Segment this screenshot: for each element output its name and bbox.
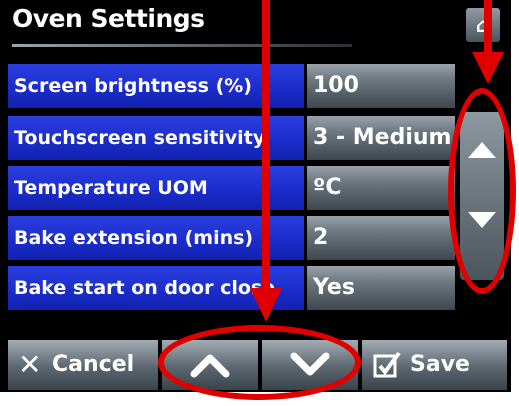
triangle-down-icon[interactable] bbox=[468, 212, 496, 228]
home-button[interactable]: ⌂ bbox=[466, 8, 500, 42]
cancel-label: Cancel bbox=[52, 352, 135, 377]
annotation-arrow-head-bottom bbox=[250, 288, 282, 322]
annotation-arrow-shaft-bottom bbox=[262, 0, 270, 290]
save-label: Save bbox=[410, 352, 470, 377]
chevron-down-icon bbox=[290, 352, 330, 376]
setting-value-bake-start-door-close[interactable]: Yes bbox=[307, 266, 455, 310]
annotation-arrow-head-right bbox=[472, 52, 504, 84]
oven-screen: Oven Settings ⌂ Screen brightness (%) 10… bbox=[0, 0, 519, 406]
setting-value-bake-extension[interactable]: 2 bbox=[307, 216, 455, 260]
annotation-arrow-shaft-right bbox=[484, 0, 492, 54]
checkbox-check-icon bbox=[373, 351, 401, 378]
scrollbar[interactable] bbox=[460, 112, 504, 280]
image-margin-bottom bbox=[0, 392, 519, 406]
setting-label-screen-brightness[interactable]: Screen brightness (%) bbox=[8, 64, 304, 108]
x-icon: ✕ bbox=[18, 348, 42, 381]
setting-label-temperature-uom[interactable]: Temperature UOM bbox=[8, 166, 304, 210]
triangle-up-icon[interactable] bbox=[468, 142, 496, 158]
setting-value-touchscreen-sensitivity[interactable]: 3 - Medium bbox=[307, 116, 455, 160]
save-button[interactable]: Save bbox=[362, 340, 507, 390]
page-title: Oven Settings bbox=[12, 4, 205, 33]
title-underline bbox=[12, 44, 352, 47]
cancel-button[interactable]: ✕ Cancel bbox=[8, 340, 158, 390]
chevron-up-icon bbox=[190, 354, 230, 378]
page-down-button[interactable] bbox=[262, 340, 358, 390]
image-margin-right bbox=[511, 0, 519, 406]
setting-value-temperature-uom[interactable]: ºC bbox=[307, 166, 455, 210]
page-up-button[interactable] bbox=[162, 340, 258, 390]
setting-value-screen-brightness[interactable]: 100 bbox=[307, 64, 455, 108]
setting-label-bake-extension[interactable]: Bake extension (mins) bbox=[8, 216, 304, 260]
setting-label-touchscreen-sensitivity[interactable]: Touchscreen sensitivity bbox=[8, 116, 304, 160]
